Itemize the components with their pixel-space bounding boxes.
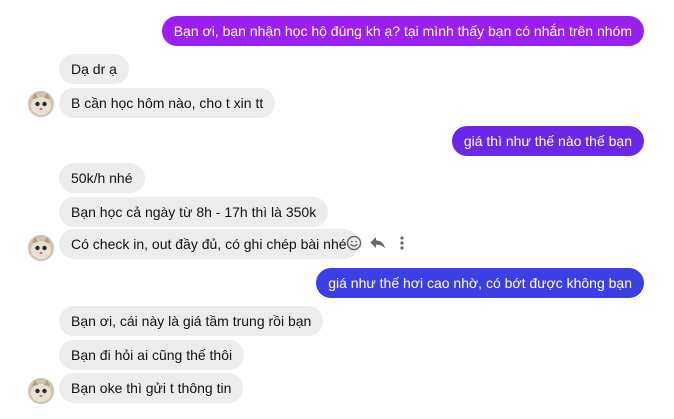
contact-avatar[interactable] [28,91,54,117]
message-actions [345,233,411,253]
message-outgoing[interactable]: giá thì như thế nào thế bạn [451,126,644,156]
message-incoming[interactable]: Bạn oke thì gửi t thông tin [59,373,244,403]
message-outgoing[interactable]: giá như thế hơi cao nhờ, có bớt được khô… [316,268,644,298]
cat-avatar-image [28,235,54,261]
message-incoming[interactable]: Dạ dr ạ [59,54,129,84]
message-incoming[interactable]: Bạn đi hỏi ai cũng thế thôi [59,340,245,370]
message-incoming[interactable]: B cần học hôm nào, cho t xin tt [59,88,276,118]
contact-avatar[interactable] [28,235,54,261]
chat-thread: Bạn ơi, bạn nhận học hộ đúng kh ạ? tại m… [0,0,674,419]
more-vertical-icon[interactable] [393,234,411,252]
message-incoming[interactable]: Có check in, out đầy đủ, có ghi chép bài… [59,229,359,259]
reply-icon[interactable] [369,234,387,252]
cat-avatar-image [28,378,54,404]
message-incoming[interactable]: Bạn ơi, cái này là giá tầm trung rồi bạn [59,306,324,336]
message-incoming[interactable]: Bạn học cả ngày từ 8h - 17h thì là 350k [59,197,329,227]
contact-avatar[interactable] [28,378,54,404]
cat-avatar-image [28,91,54,117]
message-outgoing[interactable]: Bạn ơi, bạn nhận học hộ đúng kh ạ? tại m… [161,16,644,46]
smiley-icon[interactable] [345,234,363,252]
message-incoming[interactable]: 50k/h nhé [59,163,145,193]
